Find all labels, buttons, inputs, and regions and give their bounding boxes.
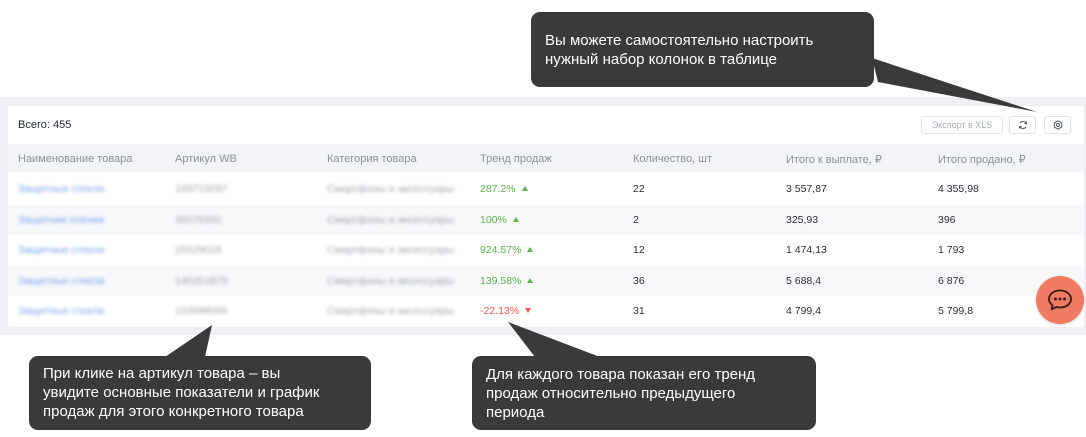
callout-article-line: продаж для этого конкретного товара (43, 403, 304, 420)
header-category[interactable]: Категория товара (327, 153, 417, 165)
article-link[interactable]: 35076931 (175, 214, 222, 226)
table-row (8, 296, 1084, 326)
trend-up-icon (527, 277, 534, 283)
sold-cell: 5 799,8 (938, 305, 974, 317)
trend-up-icon (527, 247, 534, 252)
chat-bubble-icon (1048, 289, 1072, 311)
callout-columns-line: нужный набор колонок в таблице (545, 51, 778, 68)
quantity-cell: 31 (633, 305, 645, 317)
trend-down-icon (525, 308, 532, 313)
payout-cell: 325,93 (786, 213, 819, 226)
trend-cell: 100% (480, 214, 519, 226)
page: Всего: 455 Экспорт в XLS Наименование то… (0, 0, 1086, 437)
callout-trend-line: периода (486, 404, 545, 421)
callout-article-line: увидите основные показатели и график (43, 384, 320, 401)
export-xls-button[interactable]: Экспорт в XLS (921, 116, 1003, 134)
payout-cell: 3 557,87 (786, 183, 827, 195)
sold-cell: 4 355,98 (938, 183, 979, 195)
total-count: Всего: 455 (18, 119, 72, 131)
product-name-link[interactable]: Защитные стекла (18, 183, 104, 195)
trend-cell: 924.57% (480, 244, 534, 256)
table-row (8, 174, 1084, 204)
table-row (8, 204, 1084, 235)
payout-cell: 1 474,13 (786, 244, 827, 256)
gear-icon (1053, 120, 1062, 130)
callout-article: При клике на артикул товара – вы увидите… (29, 356, 371, 430)
trend-value: 100% (480, 213, 507, 226)
sold-cell: 1 793 (938, 244, 965, 256)
category-cell: Смартфоны и аксессуары (327, 183, 455, 195)
quantity-cell: 36 (633, 274, 645, 287)
sold-cell: 396 (938, 213, 956, 226)
header-sales-trend[interactable]: Тренд продаж (480, 153, 552, 165)
sold-cell: 6 876 (938, 274, 965, 287)
quantity-cell: 22 (633, 183, 645, 195)
payout-cell: 5 688,4 (786, 274, 822, 287)
article-link[interactable]: 25529028 (175, 244, 222, 256)
header-payout-total[interactable]: Итого к выплате, ₽ (786, 153, 882, 166)
trend-value: 924.57% (480, 244, 522, 256)
payout-cell: 4 799,4 (786, 305, 822, 317)
trend-up-icon (521, 186, 528, 191)
category-cell: Смартфоны и аксессуары (327, 244, 455, 256)
trend-cell: 287.2% (480, 183, 528, 195)
trend-cell: -22.13% (480, 305, 532, 317)
quantity-cell: 2 (633, 213, 639, 226)
trend-value: 139.58% (480, 274, 522, 287)
article-link[interactable]: 140351879 (175, 275, 228, 287)
header-sold-total[interactable]: Итого продано, ₽ (938, 153, 1026, 166)
callout-trend-line: Для каждого товара показан его тренд (486, 366, 756, 383)
refresh-button[interactable] (1009, 116, 1036, 134)
category-cell: Смартфоны и аксессуары (327, 213, 455, 226)
product-name-link[interactable]: Защитные стекла (18, 305, 104, 317)
product-name-link[interactable]: Защитные стекла (18, 244, 104, 256)
header-quantity[interactable]: Количество, шт (633, 153, 712, 165)
trend-up-icon (512, 216, 519, 222)
trend-value: -22.13% (480, 305, 520, 317)
article-link[interactable]: 169719297 (175, 183, 228, 195)
column-settings-button[interactable] (1044, 116, 1071, 134)
trend-value: 287.2% (480, 183, 516, 195)
quantity-cell: 12 (633, 244, 645, 256)
callout-columns-line: Вы можете самостоятельно настроить (545, 32, 814, 49)
callout-columns: Вы можете самостоятельно настроить нужны… (531, 12, 874, 87)
article-link[interactable]: 153998066 (175, 305, 228, 317)
header-product-name[interactable]: Наименование товара (18, 153, 132, 165)
chat-button[interactable] (1036, 276, 1084, 324)
table-row (8, 265, 1084, 296)
header-article-wb[interactable]: Артикул WB (175, 153, 237, 165)
callout-trend-line: продаж относительно предыдущего (486, 385, 736, 402)
trend-cell: 139.58% (480, 274, 534, 287)
table-row (8, 235, 1084, 265)
product-name-link[interactable]: Защитная пленка (18, 214, 104, 226)
refresh-icon (1018, 120, 1027, 130)
product-name-link[interactable]: Защитные стекла (18, 275, 104, 287)
callout-article-line: При клике на артикул товара – вы (43, 365, 281, 382)
category-cell: Смартфоны и аксессуары (327, 274, 455, 287)
category-cell: Смартфоны и аксессуары (327, 305, 455, 317)
callout-trend: Для каждого товара показан его тренд про… (472, 356, 816, 430)
